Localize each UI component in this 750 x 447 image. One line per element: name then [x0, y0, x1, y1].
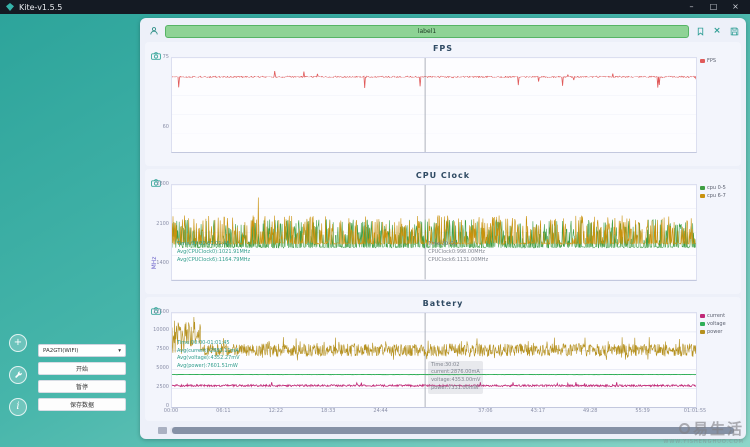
x-tick-label: 37:06: [478, 408, 492, 414]
minimize-button[interactable]: –: [683, 0, 700, 14]
x-tick-label: 12:22: [269, 408, 283, 414]
x-tick-label: 24:44: [373, 408, 387, 414]
series-current: [172, 382, 696, 386]
legend-swatch: [700, 330, 705, 334]
device-select-value: PA2GTI(WIFI): [43, 348, 78, 354]
chart-legend: cpu 0-5 cpu 6-7: [700, 185, 726, 199]
wrench-icon: [14, 371, 23, 380]
chart-title: Battery: [145, 299, 741, 308]
chart-panel-battery: Battery0250050007500100001250000:0006:11…: [145, 297, 741, 421]
legend-label: current: [707, 313, 725, 319]
y-tick-label: 2500: [147, 384, 169, 390]
legend-item[interactable]: cpu 6-7: [700, 193, 726, 199]
series-cpu-6-7: [172, 198, 696, 245]
plus-icon: +: [14, 338, 22, 348]
chart-plot[interactable]: [171, 57, 697, 153]
watermark-subtext: WWW.YISHENGHUO.COM: [663, 439, 744, 445]
legend-item[interactable]: voltage: [700, 321, 726, 327]
chart-panel-fps: FPS0153045607500:0006:1112:2218:3324:443…: [145, 42, 741, 166]
y-tick-label: 2100: [147, 221, 169, 227]
save-data-button[interactable]: 保存数据: [38, 398, 126, 411]
chart-panel-cpu-clock: CPU Clock070014002100280000:0006:1112:22…: [145, 169, 741, 293]
save-icon[interactable]: [728, 25, 740, 37]
pause-button[interactable]: 暂停: [38, 380, 126, 393]
x-tick-label: 49:28: [583, 408, 597, 414]
x-tick-label: 01:01:55: [684, 408, 706, 414]
legend-swatch: [700, 314, 705, 318]
app-icon: [6, 3, 14, 11]
series-power: [172, 317, 696, 360]
legend-item[interactable]: power: [700, 329, 726, 335]
x-tick-label: 00:00: [164, 408, 178, 414]
clear-icon[interactable]: ×: [711, 25, 723, 37]
bookmark-icon[interactable]: [694, 25, 706, 37]
chevron-down-icon: ▾: [118, 348, 121, 354]
x-tick-label: 18:33: [321, 408, 335, 414]
chart-plot[interactable]: [171, 184, 697, 280]
x-tick-label: 43:17: [531, 408, 545, 414]
info-icon: i: [16, 402, 19, 412]
chart-legend: FPS: [700, 58, 716, 64]
legend-swatch: [700, 322, 705, 326]
legend-item[interactable]: cpu 0-5: [700, 185, 726, 191]
legend-label: FPS: [707, 58, 716, 64]
charts-area: FPS0153045607500:0006:1112:2218:3324:443…: [145, 42, 741, 421]
close-button[interactable]: ×: [727, 0, 744, 14]
chart-title: CPU Clock: [145, 171, 741, 180]
legend-swatch: [700, 59, 705, 63]
y-tick-label: 60: [147, 124, 169, 130]
scrollbar-left-button[interactable]: [158, 427, 167, 434]
chart-legend: current voltage power: [700, 313, 726, 335]
series-FPS: [172, 71, 696, 88]
chart-title: FPS: [145, 44, 741, 53]
user-icon[interactable]: [148, 25, 160, 37]
legend-label: voltage: [707, 321, 726, 327]
tools-button[interactable]: [9, 366, 27, 384]
app-background: + i PA2GTI(WIFI) ▾ 开始 暂停 保存数据: [0, 14, 750, 447]
y-tick-label: 5000: [147, 365, 169, 371]
legend-swatch: [700, 186, 705, 190]
legend-swatch: [700, 194, 705, 198]
legend-item[interactable]: FPS: [700, 58, 716, 64]
y-tick-label: 12500: [147, 309, 169, 315]
y-axis-label: MHz: [151, 257, 158, 270]
device-control-panel: PA2GTI(WIFI) ▾ 开始 暂停 保存数据: [38, 344, 126, 411]
maximize-button[interactable]: □: [705, 0, 722, 14]
window-titlebar: Kite-v1.5.5 – □ ×: [0, 0, 750, 14]
y-tick-label: 75: [147, 54, 169, 60]
x-tick-label: 06:11: [216, 408, 230, 414]
info-button[interactable]: i: [9, 398, 27, 416]
y-tick-label: 7500: [147, 346, 169, 352]
label-input[interactable]: [165, 25, 689, 38]
y-tick-label: 2800: [147, 181, 169, 187]
legend-item[interactable]: current: [700, 313, 726, 319]
legend-label: cpu 0-5: [707, 185, 726, 191]
start-button[interactable]: 开始: [38, 362, 126, 375]
top-toolbar: ×: [148, 23, 740, 39]
add-button[interactable]: +: [9, 334, 27, 352]
legend-label: power: [707, 329, 722, 335]
legend-label: cpu 6-7: [707, 193, 726, 199]
chart-plot[interactable]: [171, 312, 697, 408]
window-title: Kite-v1.5.5: [19, 3, 62, 12]
scrollbar-thumb[interactable]: [172, 427, 734, 434]
app-window: Kite-v1.5.5 – □ × + i PA2GTI(WIFI) ▾ 开始 …: [0, 0, 750, 447]
y-tick-label: 10000: [147, 327, 169, 333]
device-select[interactable]: PA2GTI(WIFI) ▾: [38, 344, 126, 357]
main-card: × FPS0153045607500:0006:1112:2218:3324:4…: [140, 18, 746, 439]
horizontal-scrollbar: [158, 427, 738, 434]
x-tick-label: 55:39: [635, 408, 649, 414]
